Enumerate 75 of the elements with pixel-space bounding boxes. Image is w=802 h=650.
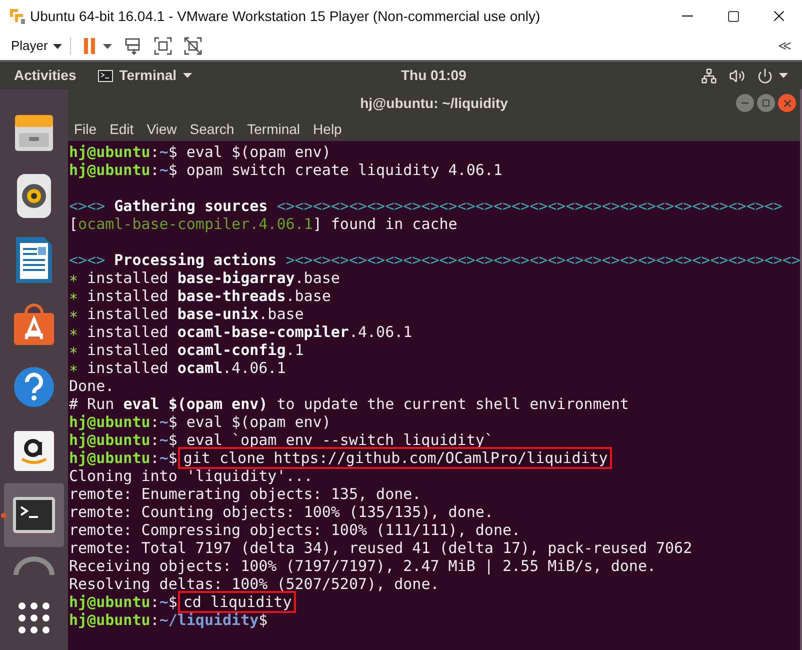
- send-keys-icon[interactable]: [124, 37, 142, 55]
- terminal-output: ∗ installed base-unix.base: [69, 305, 304, 323]
- terminal-output: Receiving objects: 100% (7197/7197), 2.47 MiB | 2.55 MiB/s, done.: [69, 557, 656, 575]
- shell-prompt: hj@ubuntu:~$: [69, 413, 178, 431]
- terminal-app-icon: [98, 70, 114, 82]
- caret-icon: [52, 44, 62, 48]
- collapse-toolbar-button[interactable]: ≪: [778, 36, 792, 56]
- terminal-output: ∗ installed base-threads.base: [69, 287, 331, 305]
- shopping-app-icon: [13, 430, 55, 472]
- app-menu[interactable]: Terminal: [98, 65, 192, 86]
- highlighted-command: git clone https://github.com/OCamlPro/liquidity: [178, 447, 612, 469]
- shell-prompt: hj@ubuntu:~/liquidity$: [69, 611, 268, 629]
- terminal-output: remote: Enumerating objects: 135, done.: [69, 485, 422, 503]
- terminal-title: hj@ubuntu: ~/liquidity: [360, 94, 508, 113]
- close-button[interactable]: [778, 94, 796, 112]
- close-icon: [782, 98, 792, 108]
- network-icon[interactable]: [701, 68, 717, 84]
- running-indicator-icon: [1, 512, 6, 518]
- terminal-output: ∗ installed ocaml-config.1: [69, 341, 304, 359]
- app-logo-icon: [9, 8, 26, 24]
- terminal-output: Done.: [69, 377, 114, 395]
- terminal-output: ∗ installed ocaml.4.06.1: [69, 359, 286, 377]
- speaker-icon: [14, 172, 54, 220]
- menu-item[interactable]: File: [74, 118, 97, 140]
- shell-prompt: hj@ubuntu:~$: [69, 161, 178, 179]
- menu-item[interactable]: View: [146, 118, 177, 140]
- menu-item[interactable]: Terminal: [247, 118, 300, 140]
- player-menu[interactable]: Player: [11, 36, 62, 56]
- terminal-output: <><> Gathering sources <><><><><><><><><><><><><><><><><><><><><><><><><><><><>: [69, 197, 782, 215]
- terminal-output: ∗ installed base-bigarray.base: [69, 269, 340, 287]
- terminal-output: Cloning into 'liquidity'...: [69, 467, 313, 485]
- partial-app-icon: [12, 555, 56, 578]
- pause-button[interactable]: [82, 37, 112, 55]
- shell-prompt: hj@ubuntu:~$: [69, 449, 178, 467]
- terminal-output: remote: Counting objects: 100% (135/135), done.: [69, 503, 494, 521]
- command-text: eval $(opam env): [186, 413, 331, 431]
- terminal-output: remote: Total 7197 (delta 34), reused 41 (delta 17), pack-reused 7062: [69, 539, 692, 557]
- caret-icon: [779, 73, 788, 78]
- terminal-output: remote: Compressing objects: 100% (111/111), done.: [69, 521, 521, 539]
- caret-icon: [102, 44, 112, 48]
- terminal-output: Resolving deltas: 100% (5207/5207), done.: [69, 575, 440, 593]
- shell-prompt: hj@ubuntu:~$: [69, 431, 178, 449]
- menu-item[interactable]: Help: [313, 118, 342, 140]
- shell-prompt: hj@ubuntu:~$: [69, 593, 178, 611]
- apps-grid-icon: [16, 600, 52, 636]
- menu-item[interactable]: Edit: [110, 118, 134, 140]
- maximize-icon: [762, 99, 770, 107]
- caret-icon: [182, 73, 192, 78]
- help-icon: [12, 365, 56, 410]
- terminal-icon: [12, 496, 56, 534]
- terminal-output: # Run eval $(opam env) to update the current shell environment: [69, 395, 629, 413]
- volume-icon[interactable]: [729, 68, 745, 84]
- minimize-icon: [682, 15, 692, 17]
- shopping-bag-icon: [12, 300, 56, 347]
- activities-button[interactable]: Activities: [14, 65, 76, 86]
- maximize-button[interactable]: [757, 94, 775, 112]
- terminal-output: <><> Processing actions ><><><><><><><><><><><><><><><><><><><><><><><><><><><><>: [69, 251, 801, 269]
- clock[interactable]: Thu 01:09: [401, 65, 466, 86]
- maximize-icon: [726, 10, 740, 22]
- highlighted-command: cd liquidity: [178, 591, 296, 613]
- menu-item[interactable]: Search: [190, 118, 234, 140]
- launcher-item[interactable]: [4, 482, 64, 547]
- command-text: eval $(opam env): [186, 143, 331, 161]
- pause-icon: [82, 37, 97, 55]
- minimize-button[interactable]: [736, 94, 754, 112]
- terminal-output: [ocaml-base-compiler.4.06.1] found in cache: [69, 215, 458, 233]
- power-icon[interactable]: [757, 68, 773, 84]
- command-text: eval `opam env --switch liquidity`: [186, 431, 494, 449]
- fullscreen-icon[interactable]: [154, 37, 172, 55]
- window-title: Ubuntu 64-bit 16.04.1 - VMware Workstation 15 Player (Non-commercial use only): [30, 6, 540, 26]
- terminal-output: ∗ installed ocaml-base-compiler.4.06.1: [69, 323, 412, 341]
- document-icon: [14, 235, 54, 286]
- command-text: opam switch create liquidity 4.06.1: [186, 161, 502, 179]
- unity-mode-icon[interactable]: [184, 37, 202, 55]
- shell-prompt: hj@ubuntu:~$: [69, 143, 178, 161]
